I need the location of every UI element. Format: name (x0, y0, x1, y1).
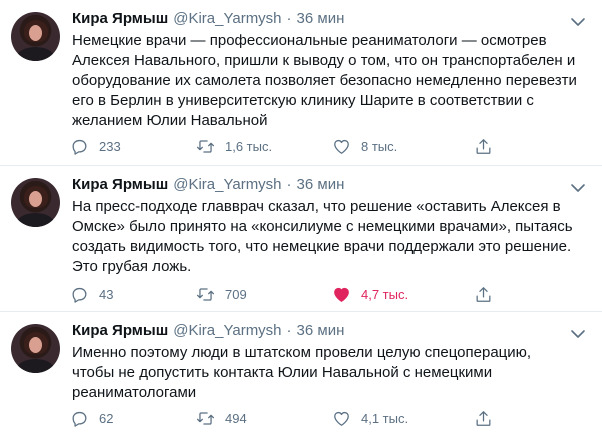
author-handle[interactable]: @Kira_Yarmysh (173, 176, 281, 193)
share-button[interactable] (474, 136, 493, 156)
retweet-icon (196, 411, 215, 425)
like-button[interactable]: 8 тыс. (332, 136, 397, 156)
reply-icon (72, 287, 87, 303)
tweet-header: Кира Ярмыш @Kira_Yarmysh · 36 мин (72, 176, 344, 196)
tweet-timestamp[interactable]: 36 мин (297, 176, 345, 193)
retweet-count: 494 (225, 410, 247, 426)
reply-count: 62 (99, 410, 114, 426)
retweet-button[interactable]: 1,6 тыс. (196, 136, 272, 156)
author-handle[interactable]: @Kira_Yarmysh (173, 322, 281, 339)
like-button[interactable]: 4,7 тыс. (332, 284, 408, 304)
reply-icon (72, 139, 87, 155)
tweet-thread: Кира Ярмыш @Kira_Yarmysh · 36 мин Немецк… (0, 0, 602, 446)
author-handle[interactable]: @Kira_Yarmysh (173, 10, 281, 27)
retweet-icon (196, 139, 215, 153)
reply-count: 233 (99, 138, 121, 154)
tweet-text: Немецкие врачи — профессиональные реаним… (72, 32, 577, 129)
tweet-header: Кира Ярмыш @Kira_Yarmysh · 36 мин (72, 10, 344, 30)
share-icon (476, 138, 491, 154)
reply-button[interactable]: 233 (70, 136, 121, 156)
share-icon (476, 410, 491, 426)
header-separator: · (286, 10, 292, 27)
header-separator: · (286, 322, 292, 339)
avatar[interactable] (11, 178, 60, 227)
reply-button[interactable]: 62 (70, 408, 113, 428)
tweet-timestamp[interactable]: 36 мин (297, 322, 345, 339)
more-options-chevron-down-icon[interactable] (570, 16, 586, 28)
share-button[interactable] (474, 408, 493, 428)
author-name[interactable]: Кира Ярмыш (72, 10, 168, 27)
like-count: 8 тыс. (361, 138, 398, 154)
author-name[interactable]: Кира Ярмыш (72, 176, 168, 193)
heart-icon (334, 411, 349, 426)
author-name[interactable]: Кира Ярмыш (72, 322, 168, 339)
avatar[interactable] (11, 12, 60, 61)
tweet-timestamp[interactable]: 36 мин (297, 10, 345, 27)
tweet[interactable]: Кира Ярмыш @Kira_Yarmysh · 36 мин На пре… (0, 166, 602, 312)
reply-icon (72, 411, 87, 427)
tweet-text: На пресс-подходе главврач сказал, что ре… (72, 198, 573, 275)
more-options-chevron-down-icon[interactable] (570, 182, 586, 194)
tweet-header: Кира Ярмыш @Kira_Yarmysh · 36 мин (72, 322, 344, 342)
tweet-text: Именно поэтому люди в штатском провели ц… (72, 344, 532, 401)
retweet-count: 1,6 тыс. (225, 138, 273, 154)
retweet-button[interactable]: 709 (196, 284, 247, 304)
like-count: 4,1 тыс. (361, 410, 409, 426)
avatar[interactable] (11, 324, 60, 373)
like-count: 4,7 тыс. (361, 286, 409, 302)
tweet[interactable]: Кира Ярмыш @Kira_Yarmysh · 36 мин Немецк… (0, 0, 602, 166)
like-button[interactable]: 4,1 тыс. (332, 408, 408, 428)
heart-icon (334, 139, 349, 154)
reply-button[interactable]: 43 (70, 284, 113, 304)
retweet-icon (196, 287, 215, 301)
more-options-chevron-down-icon[interactable] (570, 328, 586, 340)
retweet-button[interactable]: 494 (196, 408, 247, 428)
heart-icon (334, 287, 349, 302)
header-separator: · (286, 176, 292, 193)
retweet-count: 709 (225, 286, 247, 302)
tweet[interactable]: Кира Ярмыш @Kira_Yarmysh · 36 мин Именно… (0, 312, 602, 446)
share-icon (476, 286, 491, 302)
reply-count: 43 (99, 286, 114, 302)
share-button[interactable] (474, 284, 493, 304)
